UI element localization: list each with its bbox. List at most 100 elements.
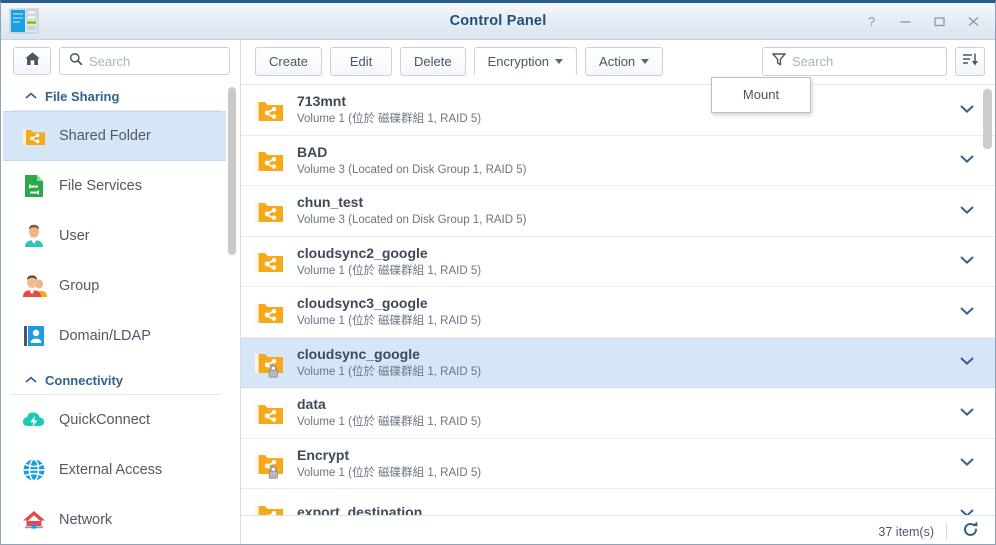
encryption-menu: Mount <box>711 77 811 113</box>
folder-location: Volume 1 (位於 磁碟群組 1, RAID 5) <box>297 415 959 429</box>
window-controls: ? <box>855 3 989 40</box>
table-row[interactable]: cloudsync3_google Volume 1 (位於 磁碟群組 1, R… <box>241 287 995 338</box>
domain-ldap-icon <box>21 323 47 349</box>
sidebar-group-label: Connectivity <box>45 373 123 388</box>
sidebar: File Sharing Shared Folder <box>1 40 241 545</box>
help-button[interactable]: ? <box>855 7 887 37</box>
sidebar-item-user[interactable]: User <box>3 211 226 261</box>
sidebar-item-shared-folder[interactable]: Shared Folder <box>3 111 226 161</box>
row-text: BAD Volume 3 (Located on Disk Group 1, R… <box>297 144 959 177</box>
shared-folder-icon <box>21 123 47 149</box>
sidebar-item-domain-ldap[interactable]: Domain/LDAP <box>3 311 226 361</box>
folder-name: 713mnt <box>297 93 959 110</box>
file-services-icon <box>21 173 47 199</box>
sidebar-item-external-access[interactable]: External Access <box>3 445 226 495</box>
chevron-down-icon[interactable] <box>959 505 981 515</box>
user-icon <box>21 223 47 249</box>
folder-name: export_destination <box>297 504 959 515</box>
list-scrollbar-thumb[interactable] <box>983 89 992 149</box>
action-label: Action <box>599 54 635 69</box>
chevron-up-icon <box>25 87 37 105</box>
chevron-down-icon[interactable] <box>959 202 981 220</box>
sidebar-item-label: Group <box>59 278 99 294</box>
sidebar-item-label: Domain/LDAP <box>59 328 151 344</box>
sidebar-item-label: Network <box>59 512 112 528</box>
sidebar-scrollbar-thumb[interactable] <box>228 87 236 255</box>
table-row[interactable]: Encrypt Volume 1 (位於 磁碟群組 1, RAID 5) <box>241 439 995 490</box>
folder-name: Encrypt <box>297 447 959 464</box>
sidebar-item-file-services[interactable]: File Services <box>3 161 226 211</box>
table-row[interactable]: chun_test Volume 3 (Located on Disk Grou… <box>241 186 995 237</box>
shared-folder-icon <box>253 144 285 176</box>
list-search-input[interactable] <box>792 54 946 69</box>
sidebar-item-quickconnect[interactable]: QuickConnect <box>3 395 226 445</box>
shared-folder-list-wrapper: 713mnt Volume 1 (位於 磁碟群組 1, RAID 5) <box>241 84 995 515</box>
shared-folder-icon <box>253 397 285 429</box>
folder-location: Volume 1 (位於 磁碟群組 1, RAID 5) <box>297 466 959 480</box>
external-access-icon <box>21 457 47 483</box>
chevron-down-icon[interactable] <box>959 404 981 422</box>
shared-folder-locked-icon <box>253 447 285 479</box>
sidebar-toolbar <box>1 40 240 83</box>
row-text: data Volume 1 (位於 磁碟群組 1, RAID 5) <box>297 396 959 429</box>
folder-location: Volume 3 (Located on Disk Group 1, RAID … <box>297 213 959 227</box>
sidebar-item-label: Shared Folder <box>59 128 151 144</box>
shared-folder-icon <box>253 245 285 277</box>
table-row[interactable]: BAD Volume 3 (Located on Disk Group 1, R… <box>241 136 995 187</box>
status-bar: 37 item(s) <box>241 515 995 545</box>
table-row[interactable]: cloudsync2_google Volume 1 (位於 磁碟群組 1, R… <box>241 237 995 288</box>
sidebar-item-label: QuickConnect <box>59 412 150 428</box>
sidebar-group-connectivity[interactable]: Connectivity <box>11 367 220 395</box>
chevron-down-icon[interactable] <box>959 101 981 119</box>
sidebar-group-file-sharing[interactable]: File Sharing <box>11 83 220 111</box>
minimize-button[interactable] <box>889 7 921 37</box>
edit-button[interactable]: Edit <box>330 47 392 76</box>
shared-folder-icon <box>253 195 285 227</box>
delete-button[interactable]: Delete <box>400 47 466 76</box>
sidebar-item-label: External Access <box>59 462 162 478</box>
close-button[interactable] <box>957 7 989 37</box>
search-icon <box>69 52 83 71</box>
chevron-down-icon[interactable] <box>959 303 981 321</box>
chevron-down-icon[interactable] <box>959 151 981 169</box>
folder-name: cloudsync3_google <box>297 295 959 312</box>
sidebar-item-label: User <box>59 228 90 244</box>
sidebar-item-network[interactable]: Network <box>3 495 226 545</box>
table-row[interactable]: 713mnt Volume 1 (位於 磁碟群組 1, RAID 5) <box>241 85 995 136</box>
chevron-down-icon[interactable] <box>959 252 981 270</box>
list-search[interactable] <box>762 47 947 76</box>
maximize-button[interactable] <box>923 7 955 37</box>
chevron-down-icon <box>641 59 649 64</box>
sidebar-search-input[interactable] <box>89 54 229 69</box>
sort-button[interactable] <box>955 47 985 76</box>
menu-item-mount[interactable]: Mount <box>712 82 810 108</box>
window-title: Control Panel <box>1 3 995 40</box>
home-button[interactable] <box>13 47 51 75</box>
chevron-down-icon[interactable] <box>959 454 981 472</box>
group-icon <box>21 273 47 299</box>
row-text: Encrypt Volume 1 (位於 磁碟群組 1, RAID 5) <box>297 447 959 480</box>
row-text: export_destination <box>297 504 959 515</box>
shared-folder-list: 713mnt Volume 1 (位於 磁碟群組 1, RAID 5) <box>241 85 995 515</box>
shared-folder-icon <box>253 94 285 126</box>
folder-location: Volume 1 (位於 磁碟群組 1, RAID 5) <box>297 112 959 126</box>
folder-location: Volume 1 (位於 磁碟群組 1, RAID 5) <box>297 314 959 328</box>
create-button[interactable]: Create <box>255 47 322 76</box>
filter-icon <box>772 52 786 71</box>
folder-location: Volume 1 (位於 磁碟群組 1, RAID 5) <box>297 365 959 379</box>
sidebar-group-label: File Sharing <box>45 89 119 104</box>
sidebar-item-group[interactable]: Group <box>3 261 226 311</box>
encryption-dropdown-button[interactable]: Encryption <box>474 47 577 76</box>
refresh-button[interactable] <box>959 521 981 543</box>
folder-name: chun_test <box>297 194 959 211</box>
chevron-down-icon[interactable] <box>959 353 981 371</box>
folder-name: cloudsync_google <box>297 346 959 363</box>
action-dropdown-button[interactable]: Action <box>585 47 663 76</box>
table-row[interactable]: data Volume 1 (位於 磁碟群組 1, RAID 5) <box>241 388 995 439</box>
network-icon <box>21 507 47 533</box>
sidebar-search[interactable] <box>59 47 230 75</box>
table-row-selected[interactable]: cloudsync_google Volume 1 (位於 磁碟群組 1, RA… <box>241 338 995 389</box>
shared-folder-icon <box>253 498 285 515</box>
table-row[interactable]: export_destination <box>241 489 995 515</box>
chevron-up-icon <box>25 371 37 389</box>
